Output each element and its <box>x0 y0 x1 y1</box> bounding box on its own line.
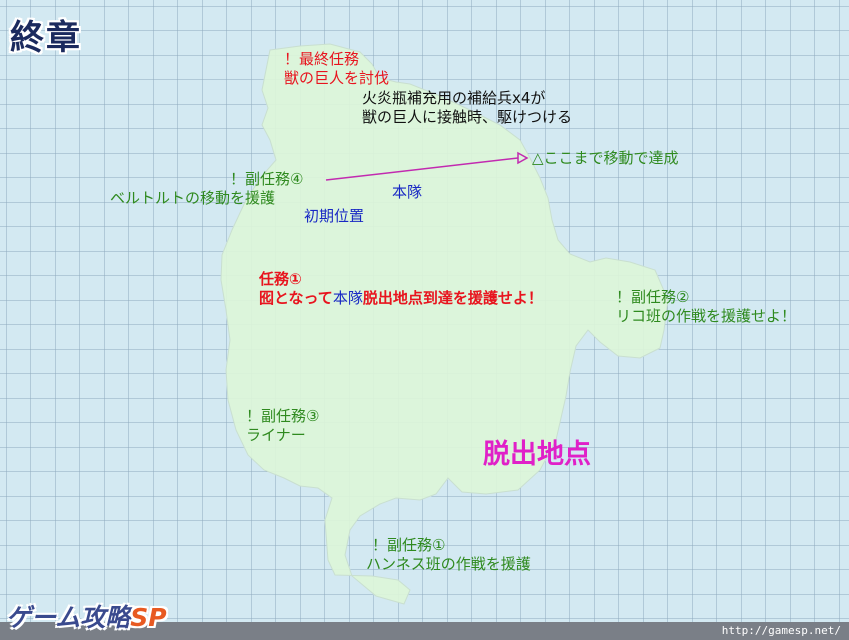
mission-1-honbu: 本隊 <box>332 289 363 307</box>
logo-text: ゲーム攻略 <box>6 603 131 632</box>
sub-mission-1-label: ！副任務① ハンネス班の作戦を援護 <box>366 536 531 574</box>
mission-1-line1: 任務① <box>259 270 302 288</box>
mission-1-suffix: 脱出地点到達を援護せよ！ <box>362 289 543 307</box>
sub-mission-1-line2: ハンネス班の作戦を援護 <box>366 555 531 573</box>
sub-mission-3-line1: ！副任務③ <box>246 407 320 425</box>
mission-1-label: 任務① 囮となって本隊脱出地点到達を援護せよ！ <box>259 270 543 308</box>
achieve-point-label: △ここまで移動で達成 <box>532 149 679 167</box>
sub-mission-3-line2: ライナー <box>246 426 306 444</box>
supply-note-line2: 獣の巨人に接触時、駆けつける <box>362 108 573 126</box>
mission-1-prefix: 囮となって <box>259 289 333 307</box>
page-title: 終章 <box>10 18 82 58</box>
sub-mission-2-label: ！副任務② リコ班の作戦を援護せよ！ <box>616 288 796 326</box>
site-url: http://gamesp.net/ <box>721 624 841 637</box>
final-mission-label: ！最終任務 獣の巨人を討伐 <box>284 50 389 88</box>
supply-note-line1: 火炎瓶補充用の補給兵x4が <box>362 89 546 107</box>
sub-mission-4-label: ！副任務④ ベルトルトの移動を援護 <box>110 170 303 208</box>
exit-point-label: 脱出地点 <box>483 439 591 470</box>
site-logo: ゲーム攻略SP <box>6 598 167 634</box>
honbu-label: 本隊 <box>392 183 423 201</box>
sub-mission-2-line1: ！副任務② <box>616 288 690 306</box>
supply-note-label: 火炎瓶補充用の補給兵x4が 獣の巨人に接触時、駆けつける <box>362 89 572 127</box>
mission-1-line2: 囮となって本隊脱出地点到達を援護せよ！ <box>259 289 543 308</box>
sub-mission-4-line2: ベルトルトの移動を援護 <box>110 189 276 207</box>
final-mission-line1: ！最終任務 <box>284 50 360 68</box>
sub-mission-2-line2: リコ班の作戦を援護せよ！ <box>616 307 797 325</box>
sub-mission-4-line1: ！副任務④ <box>230 170 304 188</box>
final-mission-line2: 獣の巨人を討伐 <box>284 69 390 87</box>
sub-mission-3-label: ！副任務③ ライナー <box>246 407 319 445</box>
logo-suffix: SP <box>130 603 167 632</box>
initial-position-label: 初期位置 <box>304 207 365 225</box>
sub-mission-1-line1: ！副任務① <box>372 536 446 554</box>
